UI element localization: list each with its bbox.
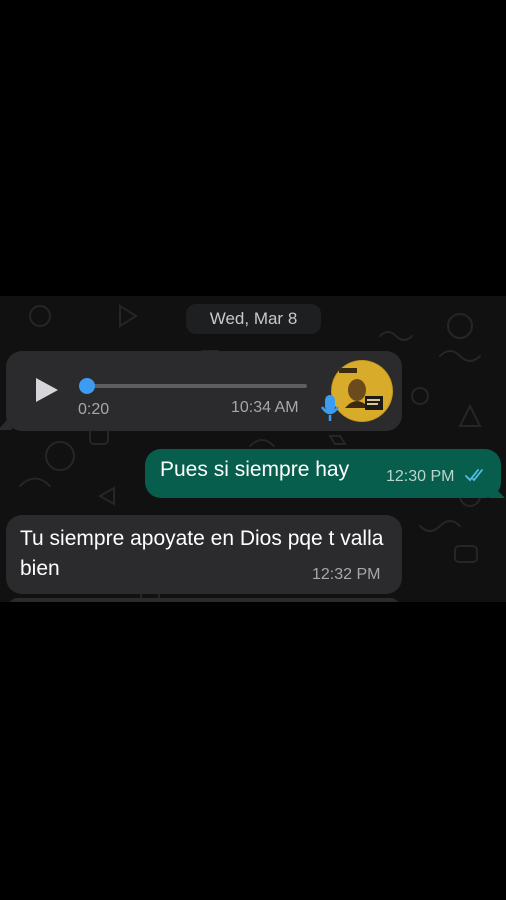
chat-view[interactable]: Wed, Mar 8 0:20 10:34 AM Pues si siempre…	[0, 296, 506, 602]
audio-progress-track[interactable]	[82, 384, 307, 388]
date-separator: Wed, Mar 8	[186, 304, 321, 334]
voice-duration: 0:20	[78, 401, 110, 418]
play-icon[interactable]	[31, 375, 61, 405]
audio-scrubber-handle[interactable]	[78, 378, 95, 394]
screen: Wed, Mar 8 0:20 10:34 AM Pues si siempre…	[0, 0, 506, 900]
voice-message-bubble[interactable]: 0:20 10:34 AM	[6, 351, 402, 431]
outgoing-message-bubble[interactable]: Pues si siempre hay 12:30 PM	[145, 449, 501, 498]
double-check-icon	[465, 469, 483, 482]
incoming-message-time: 12:32 PM	[312, 566, 381, 583]
microphone-icon	[320, 395, 340, 421]
sender-avatar[interactable]	[331, 360, 393, 422]
voice-message-time: 10:34 AM	[231, 399, 299, 416]
outgoing-message-text: Pues si siempre hay	[160, 458, 350, 481]
outgoing-message-time: 12:30 PM	[386, 468, 455, 485]
incoming-message-bubble[interactable]: Tu siempre apoyate en Dios pqe t valla b…	[6, 515, 402, 594]
next-message-bubble[interactable]	[8, 598, 400, 602]
